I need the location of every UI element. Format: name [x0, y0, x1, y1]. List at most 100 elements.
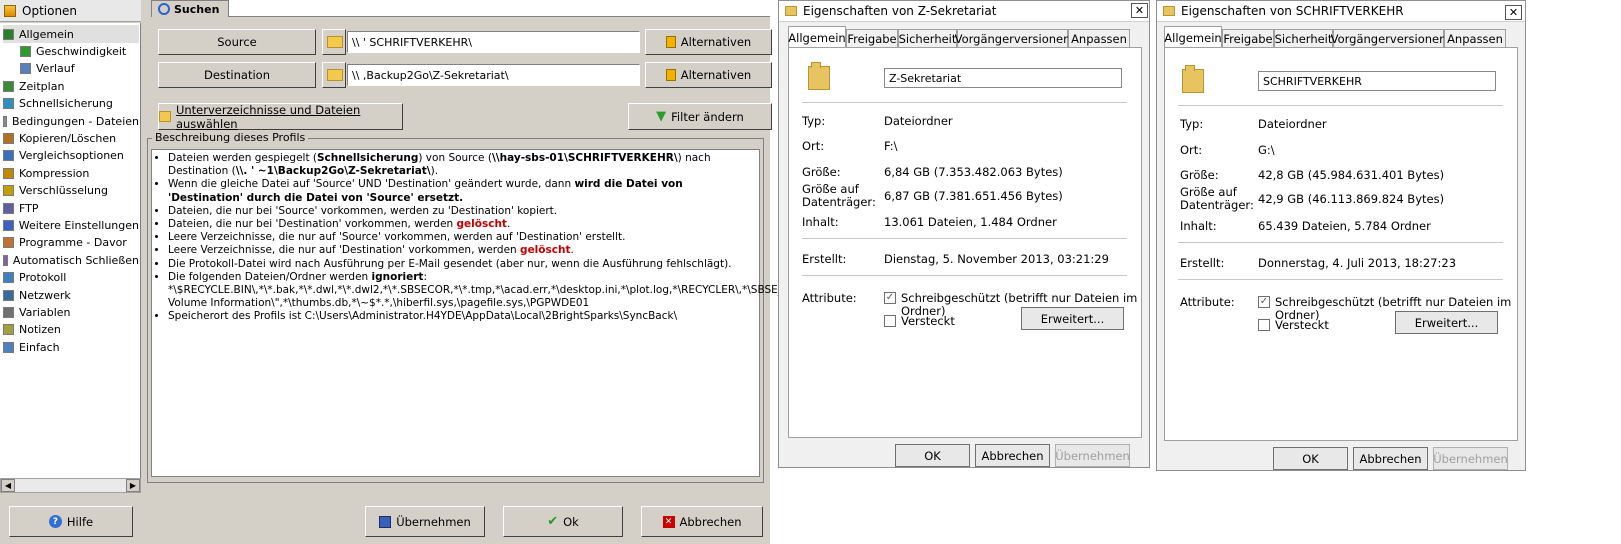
- close-icon[interactable]: ✕: [1505, 5, 1522, 20]
- program-icon: [3, 237, 14, 249]
- erstellt-label: Erstellt:: [802, 252, 847, 266]
- folder-name-input[interactable]: Z-Sekretariat: [884, 68, 1122, 88]
- hidden-label: Versteckt: [901, 314, 955, 328]
- tree-item-allgemein[interactable]: Allgemein: [3, 25, 139, 43]
- advanced-button[interactable]: Erweitert...: [1395, 311, 1498, 334]
- ok-button[interactable]: ✔ Ok: [503, 506, 623, 537]
- inhalt-label: Inhalt:: [802, 215, 839, 229]
- ort-value: F:\: [884, 139, 898, 153]
- advanced-button[interactable]: Erweitert...: [1021, 307, 1124, 330]
- tab-vorgaengerversionen[interactable]: Vorgängerversionen: [1331, 29, 1446, 48]
- tree-item-label: Geschwindigkeit: [36, 44, 127, 58]
- groesse-value: 42,8 GB (45.984.631.401 Bytes): [1258, 168, 1445, 182]
- tab-freigabe[interactable]: Freigabe: [846, 29, 898, 48]
- calendar-icon: [3, 80, 14, 92]
- source-folder-icon[interactable]: [322, 29, 346, 55]
- tree-item-verlauf[interactable]: Verlauf: [20, 60, 138, 78]
- hidden-checkbox[interactable]: [884, 315, 896, 327]
- general-panel: SCHRIFTVERKEHR Typ: Dateiordner Ort: G:\…: [1164, 47, 1518, 441]
- tree-item-variablen[interactable]: Variablen: [3, 303, 139, 321]
- lock-icon: [3, 185, 14, 197]
- tree-item-kopieren-löschen[interactable]: Kopieren/Löschen: [3, 129, 139, 147]
- ftp-icon: [3, 202, 14, 214]
- readonly-checkbox[interactable]: ✓: [884, 292, 896, 304]
- ok-button[interactable]: OK: [1273, 447, 1348, 470]
- select-subdirs-button[interactable]: Unterverzeichnisse und Dateien auswählen: [158, 103, 403, 131]
- groesse-auf-label-2: Datenträger:: [1180, 198, 1254, 212]
- tab-suchen[interactable]: Suchen: [151, 0, 229, 17]
- save-icon: [379, 515, 392, 528]
- ort-label: Ort:: [1180, 143, 1203, 157]
- tree-item-einfach[interactable]: Einfach: [3, 338, 139, 356]
- bar-chart-icon: [20, 45, 31, 57]
- folder-name-input[interactable]: SCHRIFTVERKEHR: [1258, 71, 1496, 91]
- tab-vorgaengerversionen[interactable]: Vorgängerversionen: [955, 29, 1070, 48]
- tree-item-weitere-einstellungen[interactable]: Weitere Einstellungen: [3, 216, 139, 234]
- folder-tree-icon: [159, 111, 171, 122]
- settings-icon: [3, 219, 14, 231]
- folder-icon: [1182, 65, 1204, 93]
- tree-item-protokoll[interactable]: Protokoll: [3, 269, 139, 287]
- tab-anpassen[interactable]: Anpassen: [1068, 29, 1130, 48]
- tree-item-programme-davor[interactable]: Programme - Davor: [3, 234, 139, 252]
- apply-button[interactable]: Übernehmen: [1055, 444, 1130, 467]
- tab-sicherheit[interactable]: Sicherheit: [898, 29, 957, 48]
- tab-sicherheit[interactable]: Sicherheit: [1274, 29, 1333, 48]
- apply-button[interactable]: Übernehmen: [1433, 447, 1508, 470]
- tree-item-kompression[interactable]: Kompression: [3, 164, 139, 182]
- help-button[interactable]: ? Hilfe: [9, 506, 133, 537]
- apply-button[interactable]: Übernehmen: [365, 506, 485, 537]
- properties-dialog-z-sekretariat: Eigenschaften von Z-Sekretariat ✕ Allgem…: [778, 0, 1150, 468]
- description-item: Dateien, die nur bei 'Destination' vorko…: [168, 218, 755, 231]
- tree-item-notizen[interactable]: Notizen: [3, 321, 139, 339]
- checkmark-icon: [3, 28, 14, 40]
- tab-anpassen[interactable]: Anpassen: [1444, 29, 1506, 48]
- tree-item-zeitplan[interactable]: Zeitplan: [3, 77, 139, 95]
- cancel-button[interactable]: Abbrechen: [975, 444, 1050, 467]
- tree-item-label: Protokoll: [19, 271, 67, 285]
- options-icon: [4, 4, 16, 17]
- tree-item-verschlüsselung[interactable]: Verschlüsselung: [3, 182, 139, 200]
- description-item: Die Protokoll-Datei wird nach Ausführung…: [168, 258, 755, 271]
- tree-horizontal-scrollbar[interactable]: ◀ ▶: [0, 478, 141, 493]
- destination-path-input[interactable]: \\ ,Backup2Go\Z-Sekretariat\: [347, 64, 640, 86]
- tree-item-label: Kompression: [19, 166, 90, 180]
- scroll-right-icon[interactable]: ▶: [126, 479, 140, 492]
- scroll-left-icon[interactable]: ◀: [1, 479, 15, 492]
- alternatives-icon: [665, 36, 676, 48]
- tab-freigabe[interactable]: Freigabe: [1222, 29, 1274, 48]
- tab-allgemein[interactable]: Allgemein: [788, 26, 846, 48]
- source-alternatives-button[interactable]: Alternativen: [645, 29, 772, 55]
- general-panel: Z-Sekretariat Typ: Dateiordner Ort: F:\ …: [788, 47, 1142, 438]
- destination-button[interactable]: Destination: [158, 62, 316, 88]
- destination-alternatives-button[interactable]: Alternativen: [645, 62, 772, 88]
- cancel-button[interactable]: ✕ Abbrechen: [641, 506, 763, 537]
- tree-item-label: Zeitplan: [19, 79, 65, 93]
- options-tree[interactable]: Allgemein Geschwindigkeit Verlauf Zeitplan S…: [0, 23, 141, 478]
- ok-button[interactable]: OK: [895, 444, 970, 467]
- tree-item-automatisch-schließen[interactable]: Automatisch Schließen: [3, 251, 139, 269]
- typ-value: Dateiordner: [884, 114, 953, 128]
- tree-item-label: Verschlüsselung: [19, 184, 108, 198]
- checkmark-icon: ✔: [547, 514, 559, 529]
- tree-item-label: Variablen: [19, 305, 71, 319]
- tree-item-geschwindigkeit[interactable]: Geschwindigkeit: [20, 42, 138, 60]
- readonly-checkbox[interactable]: ✓: [1258, 296, 1270, 308]
- close-icon[interactable]: ✕: [1131, 3, 1148, 18]
- tree-item-bedingungen-dateien[interactable]: Bedingungen - Dateien: [3, 112, 139, 130]
- tree-item-schnellsicherung[interactable]: Schnellsicherung: [3, 95, 139, 113]
- dialog-title-bar: Eigenschaften von SCHRIFTVERKEHR: [1157, 1, 1525, 22]
- cancel-button[interactable]: Abbrechen: [1353, 447, 1428, 470]
- description-item: Wenn die gleiche Datei auf 'Source' UND …: [168, 178, 755, 204]
- source-button[interactable]: Source: [158, 29, 316, 55]
- funnel-icon: ▼: [656, 109, 667, 124]
- tree-item-netzwerk[interactable]: Netzwerk: [3, 286, 139, 304]
- tree-item-ftp[interactable]: FTP: [3, 199, 139, 217]
- tree-item-vergleichsoptionen[interactable]: Vergleichsoptionen: [3, 147, 139, 165]
- destination-folder-icon[interactable]: [322, 62, 346, 88]
- hidden-checkbox[interactable]: [1258, 319, 1270, 331]
- tab-allgemein[interactable]: Allgemein: [1164, 26, 1222, 48]
- typ-value: Dateiordner: [1258, 117, 1327, 131]
- source-path-input[interactable]: \\ ' SCHRIFTVERKEHR\: [347, 31, 640, 53]
- change-filter-button[interactable]: ▼ Filter ändern: [628, 103, 772, 130]
